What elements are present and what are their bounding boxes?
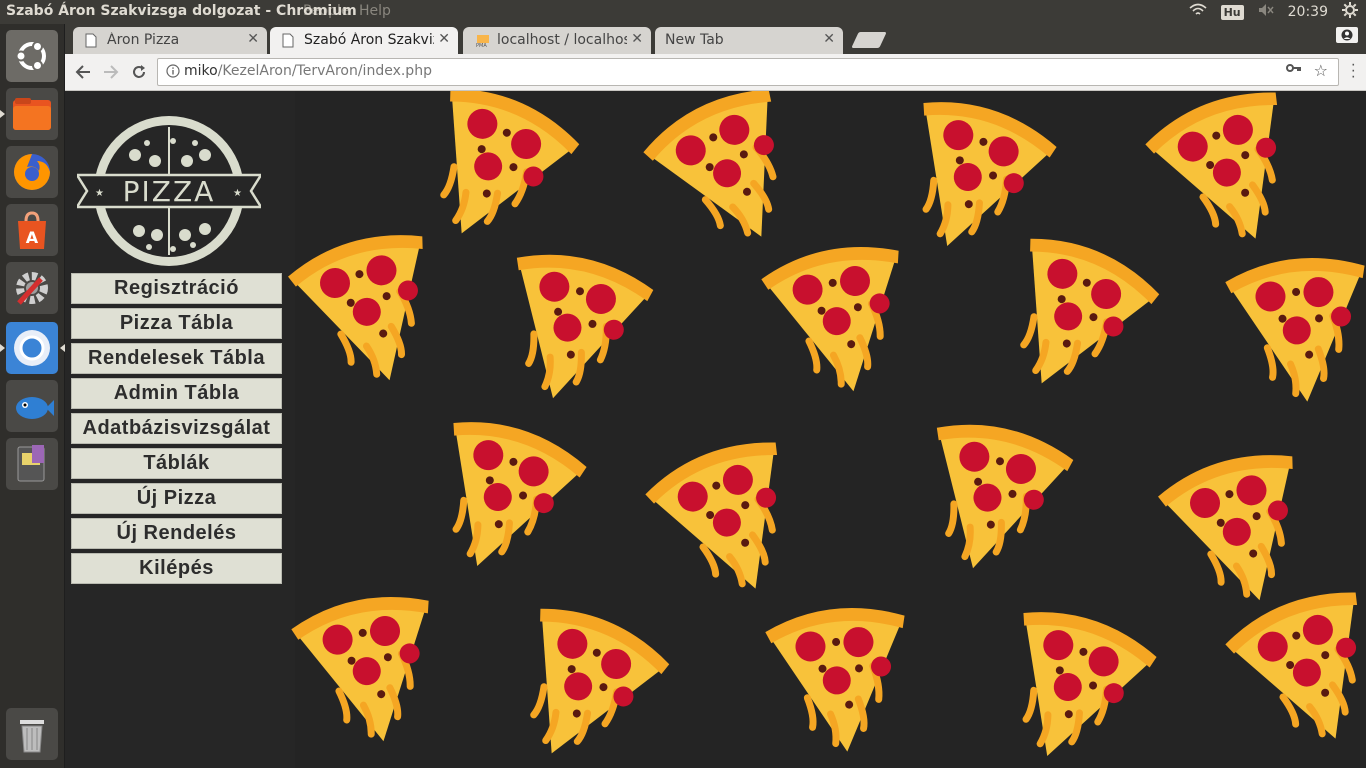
system-tray: Hu 20:39 (1189, 2, 1358, 22)
pizza-slice-image (747, 223, 943, 419)
device-manager-icon[interactable] (6, 438, 58, 490)
sidebar: ★ ★ PIZZA Regisztráció Pizza Tábla Rende… (65, 91, 295, 768)
system-top-bar: People Help Szabó Áron Szakvizsga dolgoz… (0, 0, 1366, 24)
menu-admin-tabla[interactable]: Admin Tábla (71, 378, 282, 409)
address-bar[interactable]: miko/KezelAron/TervAron/index.php ☆ (157, 58, 1339, 86)
pizza-logo: ★ ★ PIZZA (74, 113, 264, 269)
tab-szakvizsga[interactable]: Szabó Áron Szakviz ✕ (270, 27, 458, 54)
chromium-icon[interactable] (6, 322, 58, 374)
new-tab-button[interactable] (851, 32, 887, 48)
vlc-icon[interactable] (6, 380, 58, 432)
close-tab-icon[interactable]: ✕ (823, 31, 835, 47)
url-host: miko (184, 63, 218, 79)
system-settings-icon[interactable] (6, 262, 58, 314)
pizza-slice-image (482, 238, 667, 423)
tab-label: Áron Pizza (107, 32, 180, 48)
clock[interactable]: 20:39 (1288, 4, 1328, 20)
svg-text:PMA: PMA (476, 43, 487, 48)
reload-icon[interactable] (127, 60, 151, 84)
pizza-slice-image (1212, 238, 1366, 423)
page-viewport: ★ ★ PIZZA Regisztráció Pizza Tábla Rende… (65, 91, 1366, 768)
svg-text:★: ★ (95, 188, 104, 199)
power-gear-icon[interactable] (1342, 2, 1358, 22)
pizza-slice-image (277, 573, 473, 768)
menu-pizza-tabla[interactable]: Pizza Tábla (71, 308, 282, 339)
menu-rendelesek-tabla[interactable]: Rendelesek Tábla (71, 343, 282, 374)
info-icon[interactable] (166, 64, 180, 78)
back-icon[interactable] (71, 60, 95, 84)
close-tab-icon[interactable]: ✕ (247, 31, 259, 47)
menu-kilepes[interactable]: Kilépés (71, 553, 282, 584)
profile-icon[interactable] (1336, 27, 1358, 43)
ubuntu-logo-icon[interactable] (6, 30, 58, 82)
pizza-slice-image (629, 415, 842, 628)
close-tab-icon[interactable]: ✕ (631, 31, 643, 47)
tab-strip: Áron Pizza ✕ Szabó Áron Szakviz ✕ PMA lo… (65, 24, 1366, 54)
tab-phpmyadmin[interactable]: PMA localhost / localhos ✕ (463, 27, 651, 54)
phpmyadmin-icon: PMA (475, 33, 489, 49)
pizza-slice-image (902, 408, 1087, 593)
svg-text:A: A (26, 228, 39, 247)
pizza-slice-image (272, 208, 477, 413)
svg-text:★: ★ (233, 188, 242, 199)
key-icon[interactable] (1286, 62, 1302, 78)
trash-icon[interactable] (6, 708, 58, 760)
url-path: /KezelAron/TervAron/index.php (217, 63, 432, 79)
bookmark-star-icon[interactable]: ☆ (1314, 61, 1328, 80)
browser-window: Áron Pizza ✕ Szabó Áron Szakviz ✕ PMA lo… (65, 24, 1366, 768)
window-title: Szabó Áron Szakvizsga dolgozat - Chromiu… (6, 3, 357, 19)
tab-label: New Tab (665, 32, 724, 48)
forward-icon[interactable] (99, 60, 123, 84)
wifi-icon[interactable] (1189, 3, 1207, 21)
tab-aron-pizza[interactable]: Áron Pizza ✕ (73, 27, 267, 54)
pizza-slice-image (977, 593, 1173, 768)
menu-tablak[interactable]: Táblák (71, 448, 282, 479)
url-text: miko/KezelAron/TervAron/index.php (184, 63, 432, 79)
pizza-slice-image (752, 588, 937, 768)
tab-label: localhost / localhos (497, 32, 627, 48)
unity-launcher: A (0, 24, 65, 768)
ghost-menu-help: Help (359, 3, 391, 19)
menu-uj-rendeles[interactable]: Új Rendelés (71, 518, 282, 549)
menu-regisztracio[interactable]: Regisztráció (71, 273, 282, 304)
close-tab-icon[interactable]: ✕ (438, 31, 450, 47)
volume-muted-icon[interactable] (1258, 3, 1274, 21)
running-indicator (0, 344, 5, 352)
tab-label: Szabó Áron Szakviz (304, 32, 434, 48)
main-menu: Regisztráció Pizza Tábla Rendelesek Tábl… (71, 273, 282, 588)
tab-new-tab[interactable]: New Tab ✕ (655, 27, 843, 54)
software-center-icon[interactable]: A (6, 204, 58, 256)
logo-text: PIZZA (123, 175, 216, 208)
browser-toolbar: miko/KezelAron/TervAron/index.php ☆ · · · (65, 54, 1366, 91)
menu-uj-pizza[interactable]: Új Pizza (71, 483, 282, 514)
menu-adatbazisvizsgalat[interactable]: Adatbázisvizsgálat (71, 413, 282, 444)
page-icon (282, 33, 296, 48)
running-indicator (0, 110, 5, 118)
pizza-slice-image (407, 403, 603, 599)
pizza-slice-image (482, 588, 687, 768)
pizza-pattern-background (288, 91, 1366, 768)
keyboard-layout-indicator[interactable]: Hu (1220, 4, 1244, 20)
files-icon[interactable] (6, 88, 58, 140)
browser-menu-icon[interactable]: · · · (1351, 57, 1356, 85)
page-icon (85, 33, 99, 48)
firefox-icon[interactable] (6, 146, 58, 198)
